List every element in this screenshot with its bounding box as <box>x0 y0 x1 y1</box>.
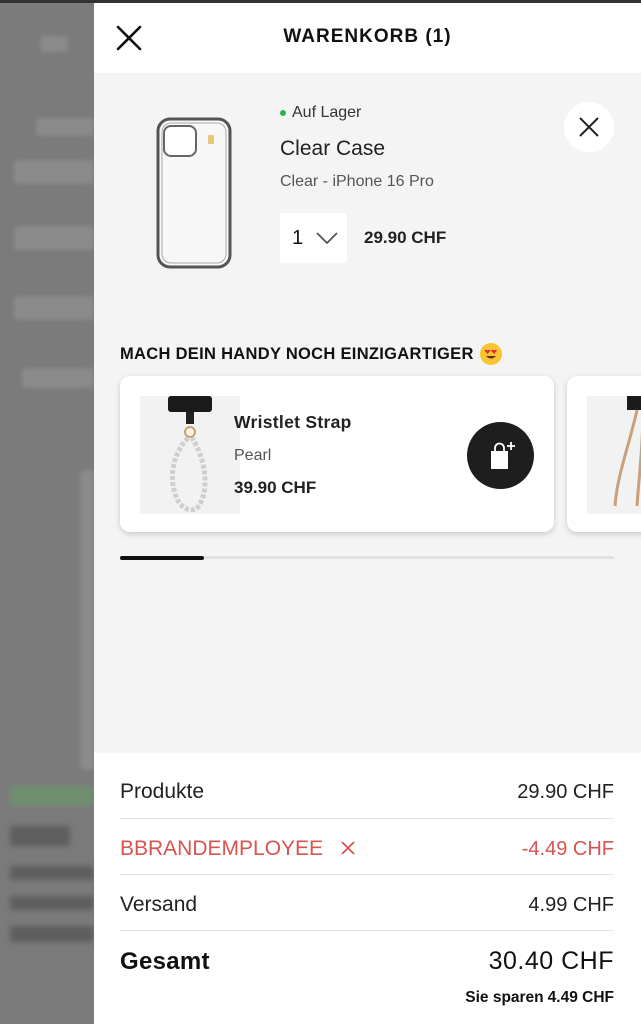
remove-coupon-button[interactable] <box>341 837 355 861</box>
upsell-product-variant: Pearl <box>234 447 272 464</box>
products-value: 29.90 CHF <box>517 781 614 803</box>
product-variant: Clear - iPhone 16 Pro <box>280 173 434 190</box>
product-image-clear-case[interactable] <box>144 113 244 273</box>
savings-note: Sie sparen 4.49 CHF <box>461 989 614 1007</box>
carousel-scrollbar-thumb[interactable] <box>120 556 204 560</box>
carousel-scrollbar[interactable] <box>120 556 614 560</box>
summary-row-shipping: Versand 4.99 CHF <box>120 893 614 917</box>
heart-eyes-emoji-icon <box>479 343 502 365</box>
total-label: Gesamt <box>120 948 210 975</box>
stock-status: Auf Lager <box>280 104 361 122</box>
drawer-header: WARENKORB (1) <box>94 3 641 73</box>
order-summary: Produkte 29.90 CHF BBRANDEMPLOYEE -4.49 … <box>94 753 641 1024</box>
summary-row-total: Gesamt 30.40 CHF <box>120 947 614 976</box>
coupon-value: -4.49 CHF <box>521 838 614 860</box>
stock-status-label: Auf Lager <box>292 104 362 121</box>
divider <box>120 930 614 931</box>
in-stock-dot <box>280 110 286 116</box>
product-image-wristlet-strap <box>140 396 240 514</box>
savings-value: 4.49 CHF <box>547 989 614 1006</box>
upsell-heading-text: MACH DEIN HANDY NOCH EINZIGARTIGER <box>120 344 474 363</box>
chevron-down-icon <box>316 232 338 244</box>
divider <box>120 874 614 875</box>
products-label: Produkte <box>120 780 205 803</box>
close-icon <box>341 841 355 856</box>
add-to-cart-button[interactable] <box>467 422 534 489</box>
product-name[interactable]: Clear Case <box>280 137 385 161</box>
bag-plus-icon <box>490 441 515 469</box>
coupon-code: BBRANDEMPLOYEE <box>120 837 355 861</box>
summary-row-coupon: BBRANDEMPLOYEE -4.49 CHF <box>120 837 614 861</box>
upsell-heading: MACH DEIN HANDY NOCH EINZIGARTIGER <box>120 343 502 365</box>
cart-drawer: WARENKORB (1) Auf Lager Clear Case Clear… <box>94 3 641 1024</box>
product-image-next-strap <box>587 396 641 514</box>
upsell-product-card-next[interactable] <box>567 376 641 532</box>
coupon-code-text: BBRANDEMPLOYEE <box>120 837 324 860</box>
shipping-label: Versand <box>120 893 198 916</box>
divider <box>120 818 614 819</box>
upsell-product-name[interactable]: Wristlet Strap <box>234 412 352 433</box>
cart-title: WARENKORB (1) <box>283 26 452 47</box>
shipping-value: 4.99 CHF <box>528 894 614 916</box>
savings-label: Sie sparen <box>465 989 544 1006</box>
summary-row-products: Produkte 29.90 CHF <box>120 780 614 804</box>
product-price: 29.90 CHF <box>364 228 447 247</box>
quantity-select[interactable]: 1 <box>280 213 347 263</box>
close-icon <box>579 117 599 137</box>
remove-item-button[interactable] <box>564 102 614 152</box>
quantity-value: 1 <box>292 226 304 249</box>
total-value: 30.40 CHF <box>488 947 614 975</box>
upsell-product-card[interactable] <box>120 376 554 532</box>
upsell-product-price: 39.90 CHF <box>234 478 317 497</box>
